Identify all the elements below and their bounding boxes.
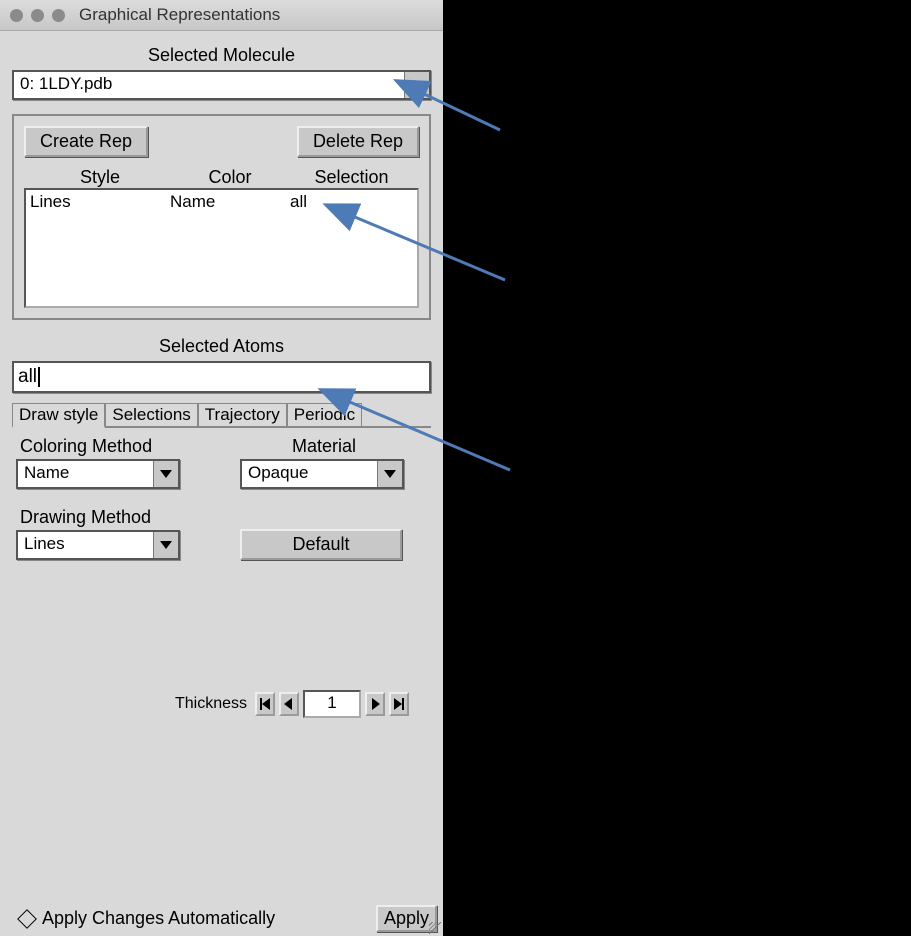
auto-apply-label: Apply Changes Automatically <box>42 908 275 929</box>
selected-molecule-value: 0: 1LDY.pdb <box>14 72 404 98</box>
list-item[interactable]: Lines Name all <box>30 192 413 212</box>
rep-list-header: Style Color Selection <box>24 167 419 188</box>
material-value: Opaque <box>242 461 377 487</box>
row-selection: all <box>290 192 413 212</box>
material-label: Material <box>240 436 404 459</box>
selected-atoms-input[interactable]: all <box>12 361 431 393</box>
selected-atoms-value: all <box>18 366 37 388</box>
material-dropdown[interactable]: Opaque <box>240 459 404 489</box>
selected-atoms-label: Selected Atoms <box>12 332 431 361</box>
rep-listbox[interactable]: Lines Name all <box>24 188 419 308</box>
window-controls <box>10 9 65 22</box>
header-selection: Selection <box>290 167 413 188</box>
resize-handle[interactable] <box>425 918 443 936</box>
minimize-icon[interactable] <box>31 9 44 22</box>
drawing-method-dropdown[interactable]: Lines <box>16 530 180 560</box>
window-title: Graphical Representations <box>79 5 280 25</box>
auto-apply-toggle[interactable] <box>17 909 37 929</box>
thickness-prev-button[interactable] <box>279 692 299 716</box>
window: Graphical Representations Selected Molec… <box>0 0 443 936</box>
drawing-method-label: Drawing Method <box>16 507 180 530</box>
thickness-value[interactable]: 1 <box>303 690 361 718</box>
text-caret <box>38 367 40 387</box>
coloring-method-label: Coloring Method <box>16 436 180 459</box>
header-style: Style <box>30 167 170 188</box>
thickness-first-button[interactable] <box>255 692 275 716</box>
tab-selections[interactable]: Selections <box>105 403 197 426</box>
thickness-last-button[interactable] <box>389 692 409 716</box>
footer: Apply Changes Automatically Apply <box>0 905 443 932</box>
close-icon[interactable] <box>10 9 23 22</box>
coloring-method-dropdown[interactable]: Name <box>16 459 180 489</box>
tab-trajectory[interactable]: Trajectory <box>198 403 287 426</box>
thickness-row: Thickness 1 <box>16 690 427 718</box>
thickness-next-button[interactable] <box>365 692 385 716</box>
chevron-down-icon[interactable] <box>153 461 178 487</box>
titlebar: Graphical Representations <box>0 0 443 31</box>
zoom-icon[interactable] <box>52 9 65 22</box>
default-button[interactable]: Default <box>240 529 402 560</box>
coloring-method-value: Name <box>18 461 153 487</box>
header-color: Color <box>170 167 290 188</box>
tab-content-draw-style: Coloring Method Name Material Opaque <box>12 426 431 848</box>
tab-bar: Draw style Selections Trajectory Periodi… <box>12 403 431 426</box>
tab-draw-style[interactable]: Draw style <box>12 403 105 428</box>
create-rep-button[interactable]: Create Rep <box>24 126 148 157</box>
chevron-down-icon[interactable] <box>377 461 402 487</box>
row-style: Lines <box>30 192 170 212</box>
representations-group: Create Rep Delete Rep Style Color Select… <box>12 114 431 320</box>
delete-rep-button[interactable]: Delete Rep <box>297 126 419 157</box>
chevron-down-icon[interactable] <box>153 532 178 558</box>
selected-molecule-dropdown[interactable]: 0: 1LDY.pdb <box>12 70 431 100</box>
thickness-label: Thickness <box>175 695 247 713</box>
selected-molecule-label: Selected Molecule <box>12 41 431 70</box>
chevron-down-icon[interactable] <box>404 72 429 98</box>
tab-periodic[interactable]: Periodic <box>287 403 362 426</box>
drawing-method-value: Lines <box>18 532 153 558</box>
row-color: Name <box>170 192 290 212</box>
